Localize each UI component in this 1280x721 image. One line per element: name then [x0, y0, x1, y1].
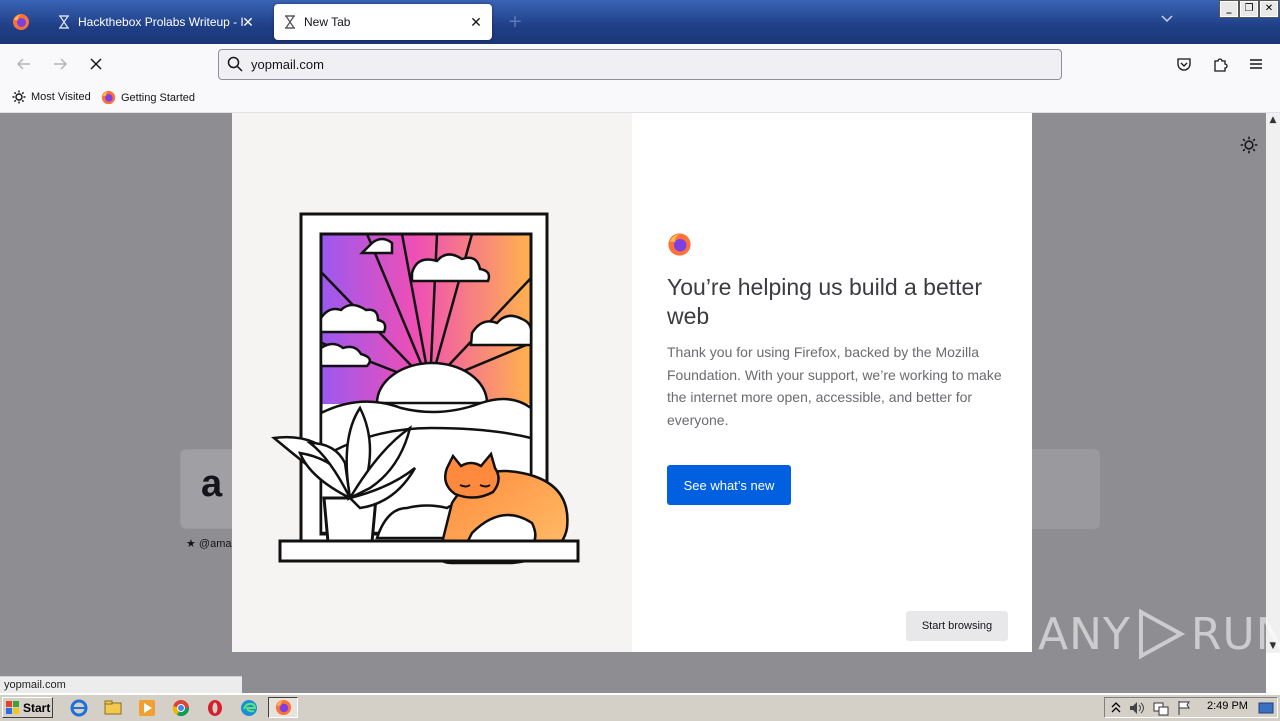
internet-explorer-icon[interactable]: [70, 699, 88, 717]
stop-button[interactable]: [84, 52, 108, 76]
watermark-text-left: ANY: [1038, 608, 1131, 660]
bookmarks-toolbar: Most Visited Getting Started: [0, 84, 1280, 113]
play-triangle-icon: [1138, 608, 1186, 660]
firefox-icon: [101, 90, 116, 105]
windows-logo-icon: [6, 700, 19, 714]
onboarding-dialog: You’re helping us build a better web Tha…: [232, 113, 1032, 652]
tab-strip: Hackthebox Prolabs Writeup - HTB ✕ New T…: [0, 0, 1280, 44]
top-site-label: ★ @ama: [186, 538, 232, 550]
search-icon: [227, 56, 243, 72]
extensions-button[interactable]: [1208, 52, 1232, 76]
see-whats-new-button[interactable]: See what’s new: [667, 465, 791, 505]
window-fox-illustration: [270, 212, 580, 565]
new-tab-plus-icon[interactable]: +: [505, 12, 525, 32]
watermark-text-right: RUN: [1190, 608, 1280, 660]
folder-icon[interactable]: [104, 699, 122, 717]
scroll-up-icon[interactable]: ▲: [1266, 113, 1280, 127]
maximize-button[interactable]: ❐: [1239, 0, 1259, 18]
show-desktop-icon[interactable]: [1258, 699, 1274, 717]
amazon-logo: a: [201, 463, 223, 505]
onboarding-body-text: Thank you for using Firefox, backed by t…: [667, 344, 1002, 428]
bookmark-label: Most Visited: [31, 91, 91, 103]
minimize-button[interactable]: _: [1219, 0, 1239, 18]
back-button[interactable]: [12, 52, 36, 76]
hourglass-icon: [56, 14, 72, 30]
taskbar-firefox-button[interactable]: [268, 697, 298, 718]
anyrun-watermark: ANY RUN: [1038, 608, 1280, 660]
firefox-icon: [668, 233, 691, 256]
chevron-down-icon[interactable]: [1158, 12, 1176, 30]
firefox-icon: [275, 699, 291, 716]
pocket-button[interactable]: [1172, 52, 1196, 76]
forward-button[interactable]: [48, 52, 72, 76]
navigation-toolbar: [0, 44, 1280, 84]
opera-icon[interactable]: [206, 699, 224, 717]
url-input[interactable]: [251, 54, 1041, 74]
network-icon[interactable]: [1152, 699, 1170, 717]
hamburger-menu-icon: [1250, 59, 1262, 69]
close-window-button[interactable]: ✕: [1259, 0, 1279, 18]
media-player-icon[interactable]: [138, 699, 156, 717]
tab-new-tab[interactable]: New Tab ✕: [274, 4, 492, 40]
gear-icon: [1240, 136, 1258, 154]
bookmark-most-visited[interactable]: Most Visited: [12, 90, 91, 104]
back-arrow-icon: [16, 58, 30, 70]
onboarding-text-panel: You’re helping us build a better web Tha…: [632, 113, 1032, 652]
start-browsing-button[interactable]: Start browsing: [906, 611, 1008, 641]
edge-icon[interactable]: [240, 699, 258, 717]
address-bar[interactable]: [218, 49, 1062, 80]
start-label: Start: [23, 700, 51, 715]
chrome-icon[interactable]: [172, 699, 190, 717]
close-tab-icon[interactable]: ✕: [468, 14, 484, 30]
show-hidden-icons-icon[interactable]: [1110, 699, 1122, 717]
hourglass-icon: [282, 14, 298, 30]
window-controls: _ ❐ ✕: [1219, 0, 1279, 18]
start-button[interactable]: Start: [2, 697, 53, 718]
action-center-flag-icon[interactable]: [1176, 699, 1194, 717]
onboarding-illustration-panel: [232, 113, 632, 652]
taskbar-clock: 2:49 PM: [1207, 700, 1248, 712]
volume-icon[interactable]: [1128, 699, 1146, 717]
stop-x-icon: [90, 58, 102, 70]
bookmark-getting-started[interactable]: Getting Started: [101, 90, 195, 105]
app-menu-button[interactable]: [1244, 52, 1268, 76]
puzzle-piece-icon: [1214, 58, 1228, 72]
pocket-icon: [1177, 58, 1191, 71]
bookmark-label: Getting Started: [121, 91, 195, 104]
tab-title: Hackthebox Prolabs Writeup - HTB: [78, 15, 243, 29]
customize-settings-button[interactable]: [1240, 136, 1258, 158]
firefox-icon: [13, 14, 29, 30]
tab-title: New Tab: [304, 15, 351, 29]
firefox-menu-button[interactable]: [0, 0, 42, 44]
tab-hackthebox[interactable]: Hackthebox Prolabs Writeup - HTB ✕: [48, 4, 264, 40]
onboarding-headline: You’re helping us build a better web: [667, 274, 982, 329]
page-scrollbar[interactable]: ▲ ▼: [1266, 113, 1280, 653]
forward-arrow-icon: [54, 58, 68, 70]
close-tab-icon[interactable]: ✕: [240, 14, 256, 30]
windows-taskbar: Start 2:49 PM: [0, 694, 1280, 721]
status-bar-url: yopmail.com: [0, 676, 242, 693]
gear-icon: [12, 90, 26, 104]
